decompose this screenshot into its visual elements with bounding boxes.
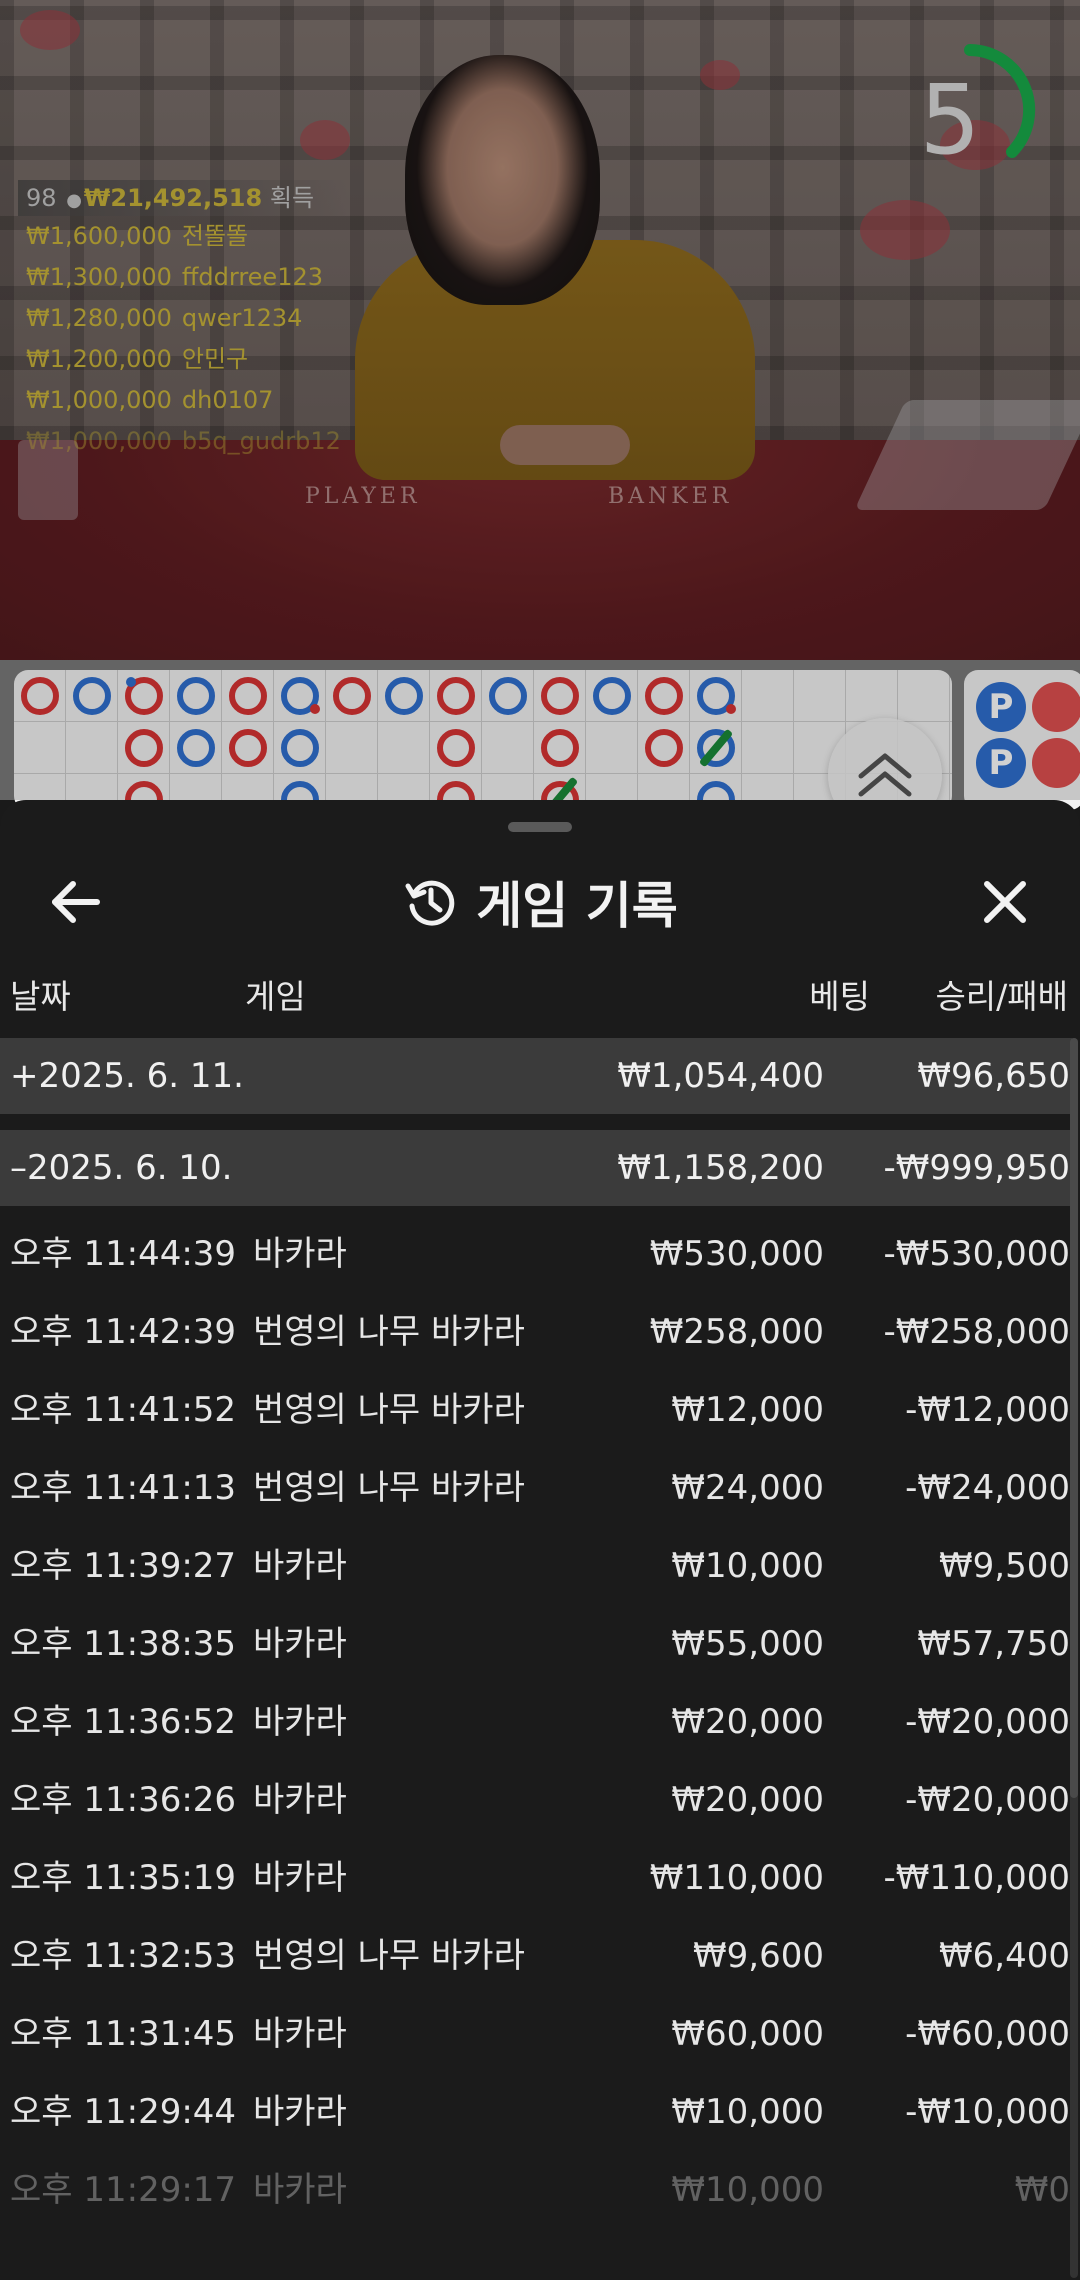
row-game: 번영의 나무 바카라 — [253, 1936, 525, 1976]
scrollbar-thumb[interactable] — [1070, 1038, 1078, 1798]
row-win-loss: ₩57,750 — [917, 1624, 1070, 1664]
date-group-row[interactable]: –2025. 6. 10. ₩1,158,200 -₩999,950 — [0, 1130, 1072, 1206]
column-header-bet: 베팅 — [809, 977, 870, 1016]
row-win-loss: -₩258,000 — [883, 1312, 1071, 1352]
row-game: 번영의 나무 바카라 — [253, 1312, 525, 1352]
row-game: 번영의 나무 바카라 — [253, 1390, 525, 1430]
row-bet: ₩110,000 — [649, 1858, 824, 1898]
table-row[interactable]: 오후 11:35:19 바카라 ₩110,000 -₩110,000 — [0, 1839, 1072, 1917]
history-clock-icon — [405, 880, 455, 926]
date-group-row[interactable]: +2025. 6. 11. ₩1,054,400 ₩96,650 — [0, 1038, 1072, 1114]
row-game: 바카라 — [253, 2170, 347, 2210]
close-button[interactable] — [955, 852, 1055, 952]
row-win-loss: -₩12,000 — [905, 1390, 1070, 1430]
date-group-label: +2025. 6. 11. — [10, 1056, 244, 1096]
row-game: 바카라 — [253, 1234, 347, 1274]
row-time: 오후 11:36:26 — [10, 1780, 237, 1820]
column-header-win-loss: 승리/패배 — [935, 977, 1068, 1016]
table-row[interactable]: 오후 11:36:26 바카라 ₩20,000 -₩20,000 — [0, 1761, 1072, 1839]
table-row[interactable]: 오후 11:39:27 바카라 ₩10,000 ₩9,500 — [0, 1527, 1072, 1605]
row-time: 오후 11:39:27 — [10, 1546, 237, 1586]
row-bet: ₩24,000 — [671, 1468, 824, 1508]
modal-backdrop[interactable] — [0, 0, 1080, 800]
date-group-bet: ₩1,158,200 — [617, 1148, 824, 1188]
row-bet: ₩258,000 — [649, 1312, 824, 1352]
page-title: 게임 기록 — [476, 877, 678, 935]
row-bet: ₩10,000 — [671, 2170, 824, 2210]
row-win-loss: -₩60,000 — [905, 2014, 1070, 2054]
table-row[interactable]: 오후 11:29:44 바카라 ₩10,000 -₩10,000 — [0, 2073, 1072, 2151]
row-bet: ₩10,000 — [671, 2092, 824, 2132]
table-row[interactable]: 오후 11:38:35 바카라 ₩55,000 ₩57,750 — [0, 1605, 1072, 1683]
row-win-loss: -₩20,000 — [905, 1780, 1070, 1820]
row-bet: ₩10,000 — [671, 1546, 824, 1586]
row-time: 오후 11:29:17 — [10, 2170, 237, 2210]
row-time: 오후 11:41:52 — [10, 1390, 237, 1430]
row-time: 오후 11:36:52 — [10, 1702, 237, 1742]
row-time: 오후 11:42:39 — [10, 1312, 237, 1352]
row-bet: ₩20,000 — [671, 1780, 824, 1820]
row-win-loss: -₩24,000 — [905, 1468, 1070, 1508]
table-row[interactable]: 오후 11:44:39 바카라 ₩530,000 -₩530,000 — [0, 1215, 1072, 1293]
row-win-loss: ₩0 — [1014, 2170, 1070, 2210]
row-game: 번영의 나무 바카라 — [253, 1468, 525, 1508]
sheet-header: 게임 기록 — [0, 852, 1080, 952]
row-win-loss: ₩9,500 — [939, 1546, 1070, 1586]
row-game: 바카라 — [253, 2014, 347, 2054]
row-time: 오후 11:31:45 — [10, 2014, 237, 2054]
date-group-label: –2025. 6. 10. — [10, 1148, 233, 1188]
row-bet: ₩12,000 — [671, 1390, 824, 1430]
close-icon — [984, 881, 1026, 923]
table-row[interactable]: 오후 11:36:52 바카라 ₩20,000 -₩20,000 — [0, 1683, 1072, 1761]
row-time: 오후 11:29:44 — [10, 2092, 237, 2132]
table-row[interactable]: 오후 11:29:17 바카라 ₩10,000 ₩0 — [0, 2151, 1072, 2229]
row-time: 오후 11:38:35 — [10, 1624, 237, 1664]
row-bet: ₩55,000 — [671, 1624, 824, 1664]
expand-toggle: + — [10, 1056, 39, 1096]
table-row[interactable]: 오후 11:42:39 번영의 나무 바카라 ₩258,000 -₩258,000 — [0, 1293, 1072, 1371]
date-group-bet: ₩1,054,400 — [617, 1056, 824, 1096]
row-bet: ₩60,000 — [671, 2014, 824, 2054]
row-win-loss: ₩6,400 — [939, 1936, 1070, 1976]
table-row[interactable]: 오후 11:32:53 번영의 나무 바카라 ₩9,600 ₩6,400 — [0, 1917, 1072, 1995]
table-row[interactable]: 오후 11:41:52 번영의 나무 바카라 ₩12,000 -₩12,000 — [0, 1371, 1072, 1449]
row-win-loss: -₩20,000 — [905, 1702, 1070, 1742]
row-game: 바카라 — [253, 1780, 347, 1820]
row-bet: ₩9,600 — [693, 1936, 824, 1976]
row-game: 바카라 — [253, 1624, 347, 1664]
row-bet: ₩20,000 — [671, 1702, 824, 1742]
row-game: 바카라 — [253, 1702, 347, 1742]
table-row[interactable]: 오후 11:31:45 바카라 ₩60,000 -₩60,000 — [0, 1995, 1072, 2073]
row-game: 바카라 — [253, 1546, 347, 1586]
row-bet: ₩530,000 — [649, 1234, 824, 1274]
date-group-win-loss: ₩96,650 — [917, 1056, 1070, 1096]
game-history-sheet: 게임 기록 날짜 게임 베팅 승리/패배 +2025. 6. 11. ₩1,05… — [0, 800, 1080, 2280]
row-game: 바카라 — [253, 2092, 347, 2132]
row-win-loss: -₩110,000 — [883, 1858, 1071, 1898]
drag-handle[interactable] — [508, 822, 572, 832]
date-group-win-loss: -₩999,950 — [883, 1148, 1071, 1188]
column-header-game: 게임 — [245, 977, 306, 1016]
table-row[interactable]: 오후 11:41:13 번영의 나무 바카라 ₩24,000 -₩24,000 — [0, 1449, 1072, 1527]
row-game: 바카라 — [253, 1858, 347, 1898]
row-win-loss: -₩530,000 — [883, 1234, 1071, 1274]
row-time: 오후 11:32:53 — [10, 1936, 237, 1976]
row-win-loss: -₩10,000 — [905, 2092, 1070, 2132]
row-time: 오후 11:35:19 — [10, 1858, 237, 1898]
row-time: 오후 11:41:13 — [10, 1468, 237, 1508]
row-time: 오후 11:44:39 — [10, 1234, 237, 1274]
column-header-date: 날짜 — [10, 977, 71, 1016]
collapse-toggle: – — [10, 1148, 27, 1188]
